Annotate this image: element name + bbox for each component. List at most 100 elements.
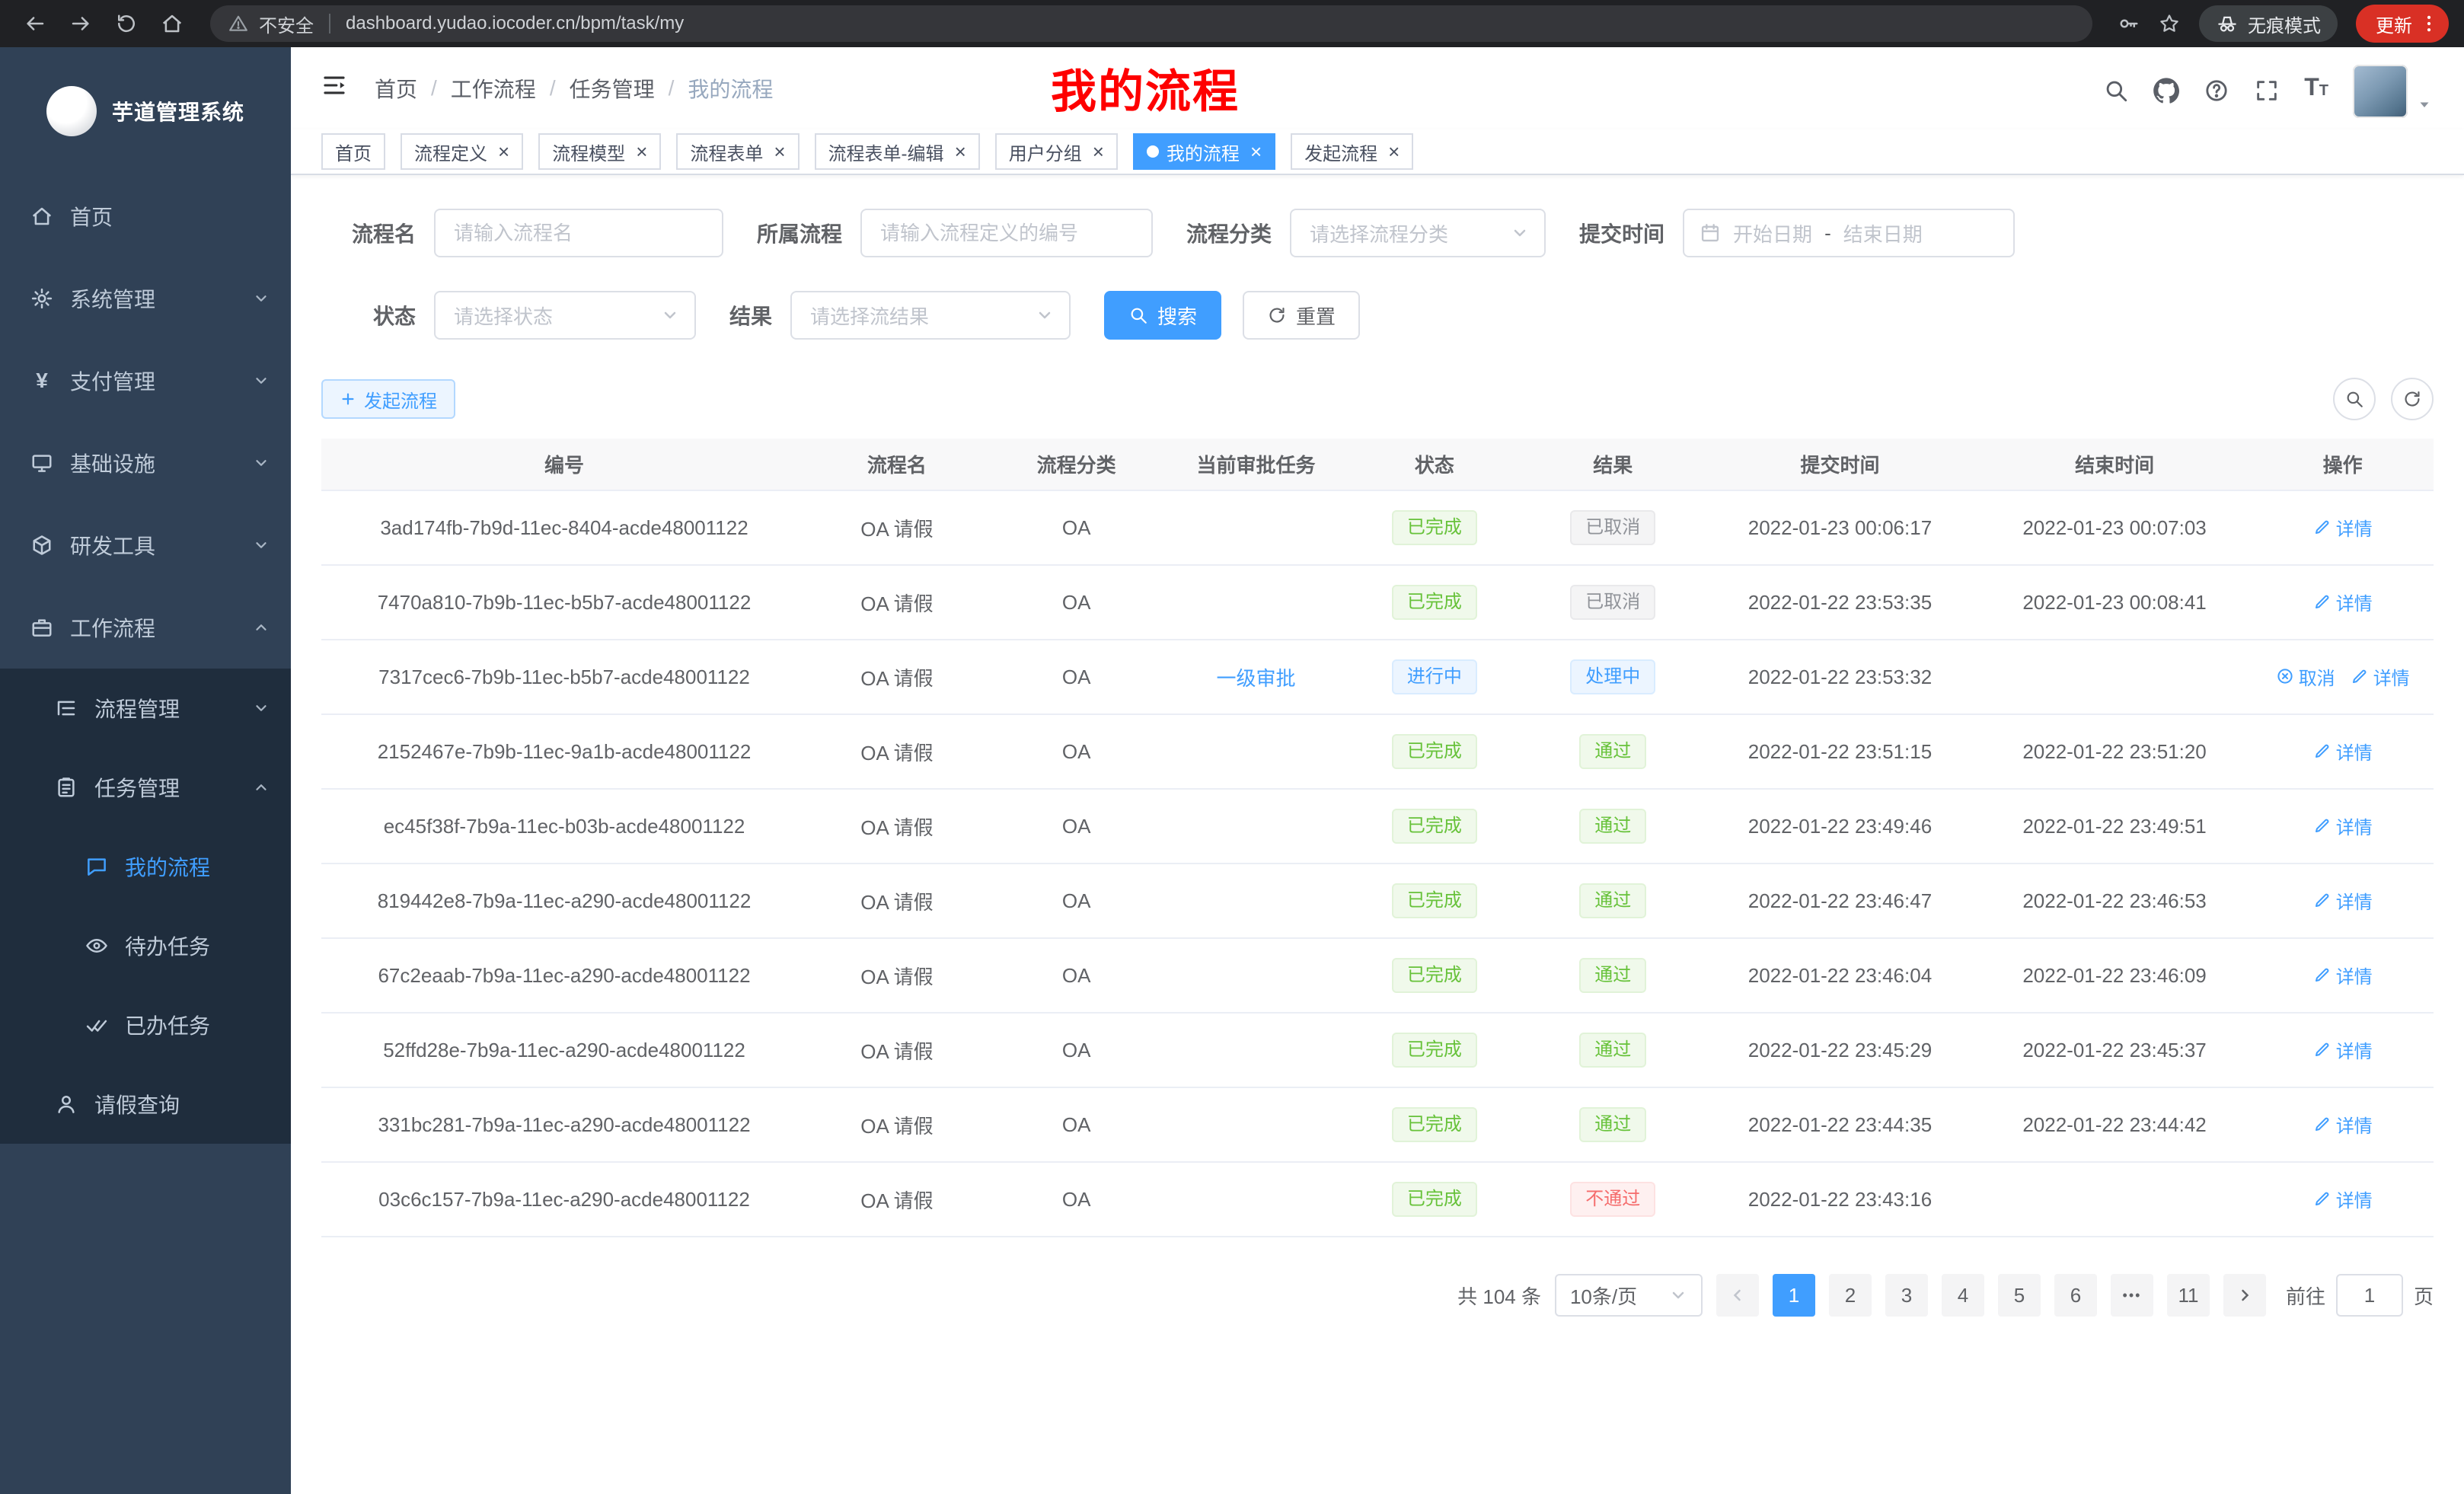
sidebar-item-payment[interactable]: ¥ 支付管理 (0, 340, 291, 422)
toggle-search-button[interactable] (2333, 378, 2376, 420)
tab-4[interactable]: 流程表单-编辑× (815, 133, 980, 170)
sidebar-item-home[interactable]: 首页 (0, 175, 291, 257)
cell-process-name: OA 请假 (807, 938, 987, 1013)
category-select[interactable]: 请选择流程分类 (1290, 209, 1546, 257)
header-search-button[interactable] (2103, 63, 2129, 118)
url-text[interactable]: dashboard.yudao.iocoder.cn/bpm/task/my (346, 13, 684, 34)
result-select[interactable]: 请选择流结果 (790, 291, 1071, 340)
address-bar[interactable]: 不安全 dashboard.yudao.iocoder.cn/bpm/task/… (210, 5, 2092, 42)
page-button-1[interactable]: 1 (1773, 1274, 1815, 1317)
result-label: 结果 (729, 300, 772, 330)
kebab-menu-icon[interactable] (2418, 13, 2440, 34)
browser-forward-button[interactable] (61, 5, 101, 42)
page-button-4[interactable]: 4 (1942, 1274, 1984, 1317)
breadcrumb-item[interactable]: 工作流程 (451, 73, 536, 104)
process-definition-input[interactable] (860, 209, 1153, 257)
menu-label: 首页 (70, 201, 113, 231)
sidebar-item-workflow[interactable]: 工作流程 (0, 586, 291, 669)
close-icon[interactable]: × (1093, 142, 1104, 161)
breadcrumb-item[interactable]: 首页 (375, 73, 417, 104)
result-tag: 已取消 (1570, 585, 1655, 620)
tab-6[interactable]: 我的流程× (1133, 133, 1275, 170)
detail-link[interactable]: 详情 (2313, 962, 2373, 988)
total-count: 共 104 条 (1457, 1282, 1541, 1310)
sidebar-item-process-management[interactable]: 流程管理 (0, 669, 291, 748)
start-date-placeholder[interactable]: 开始日期 (1733, 219, 1812, 247)
password-key-icon[interactable] (2117, 12, 2140, 35)
page-button-3[interactable]: 3 (1885, 1274, 1928, 1317)
sidebar-item-done-tasks[interactable]: 已办任务 (0, 985, 291, 1065)
detail-link[interactable]: 详情 (2313, 887, 2373, 914)
page-button-5[interactable]: 5 (1998, 1274, 2041, 1317)
close-icon[interactable]: × (955, 142, 966, 161)
tab-5[interactable]: 用户分组× (995, 133, 1118, 170)
sidebar-item-task-management[interactable]: 任务管理 (0, 748, 291, 827)
user-menu[interactable] (2353, 65, 2434, 118)
col-submit-time: 提交时间 (1703, 439, 1977, 490)
pager-ellipsis[interactable]: ••• (2111, 1274, 2153, 1317)
sidebar-item-leave-query[interactable]: 请假查询 (0, 1065, 291, 1144)
current-task-link[interactable]: 一级审批 (1216, 663, 1295, 691)
tab-0[interactable]: 首页 (321, 133, 385, 170)
cell-current-task (1167, 714, 1346, 789)
create-process-button[interactable]: 发起流程 (321, 379, 455, 419)
status-select[interactable]: 请选择状态 (434, 291, 696, 340)
detail-link[interactable]: 详情 (2351, 663, 2410, 690)
detail-link[interactable]: 详情 (2313, 1036, 2373, 1063)
page-button-2[interactable]: 2 (1829, 1274, 1872, 1317)
sidebar-item-devtools[interactable]: 研发工具 (0, 504, 291, 586)
browser-home-button[interactable] (152, 5, 192, 42)
tab-1[interactable]: 流程定义× (401, 133, 523, 170)
end-date-placeholder[interactable]: 结束日期 (1843, 219, 1923, 247)
fullscreen-button[interactable] (2254, 63, 2280, 118)
cell-result: 通过 (1523, 938, 1703, 1013)
detail-link[interactable]: 详情 (2313, 812, 2373, 839)
detail-link[interactable]: 详情 (2313, 1186, 2373, 1212)
sidebar-item-system[interactable]: 系统管理 (0, 257, 291, 340)
cancel-link[interactable]: 取消 (2276, 663, 2335, 690)
font-size-button[interactable]: TT (2304, 59, 2328, 118)
page-button-11[interactable]: 11 (2167, 1274, 2210, 1317)
goto-page-input[interactable] (2336, 1274, 2403, 1317)
prev-page-button[interactable] (1716, 1274, 1759, 1317)
sidebar-item-infrastructure[interactable]: 基础设施 (0, 422, 291, 504)
detail-link[interactable]: 详情 (2313, 738, 2373, 765)
github-link[interactable] (2153, 63, 2179, 118)
search-button[interactable]: 搜索 (1104, 291, 1221, 340)
browser-back-button[interactable] (15, 5, 55, 42)
detail-link[interactable]: 详情 (2313, 589, 2373, 615)
close-icon[interactable]: × (1388, 142, 1400, 161)
help-button[interactable] (2204, 63, 2229, 118)
close-icon[interactable]: × (1250, 142, 1262, 161)
monitor-icon (30, 452, 53, 474)
tab-7[interactable]: 发起流程× (1291, 133, 1413, 170)
close-icon[interactable]: × (636, 142, 647, 161)
sidebar-item-todo-tasks[interactable]: 待办任务 (0, 906, 291, 985)
reset-button[interactable]: 重置 (1243, 291, 1360, 340)
refresh-table-button[interactable] (2391, 378, 2434, 420)
sidebar-toggle-button[interactable] (321, 72, 347, 104)
browser-reload-button[interactable] (107, 5, 146, 42)
cell-current-task (1167, 490, 1346, 565)
cancel-icon (2276, 667, 2294, 685)
breadcrumb-item[interactable]: 任务管理 (570, 73, 655, 104)
close-icon[interactable]: × (774, 142, 785, 161)
close-icon[interactable]: × (498, 142, 509, 161)
tab-3[interactable]: 流程表单× (676, 133, 799, 170)
process-name-input[interactable] (434, 209, 723, 257)
security-label[interactable]: 不安全 (259, 11, 314, 37)
page-button-6[interactable]: 6 (2054, 1274, 2097, 1317)
bookmark-star-icon[interactable] (2158, 12, 2181, 35)
page-size-select[interactable]: 10条/页 (1555, 1274, 1703, 1317)
next-page-button[interactable] (2223, 1274, 2266, 1317)
avatar[interactable] (2353, 65, 2408, 118)
submit-time-range-picker[interactable]: 开始日期 - 结束日期 (1683, 209, 2015, 257)
status-tag: 已完成 (1392, 510, 1477, 545)
browser-update-button[interactable]: 更新 (2356, 5, 2449, 43)
tab-2[interactable]: 流程模型× (538, 133, 661, 170)
detail-link[interactable]: 详情 (2313, 1111, 2373, 1138)
app-logo[interactable]: 芋道管理系统 (0, 47, 291, 175)
sidebar-item-my-process[interactable]: 我的流程 (0, 827, 291, 906)
detail-link[interactable]: 详情 (2313, 514, 2373, 541)
cell-actions: 详情 (2252, 490, 2434, 565)
